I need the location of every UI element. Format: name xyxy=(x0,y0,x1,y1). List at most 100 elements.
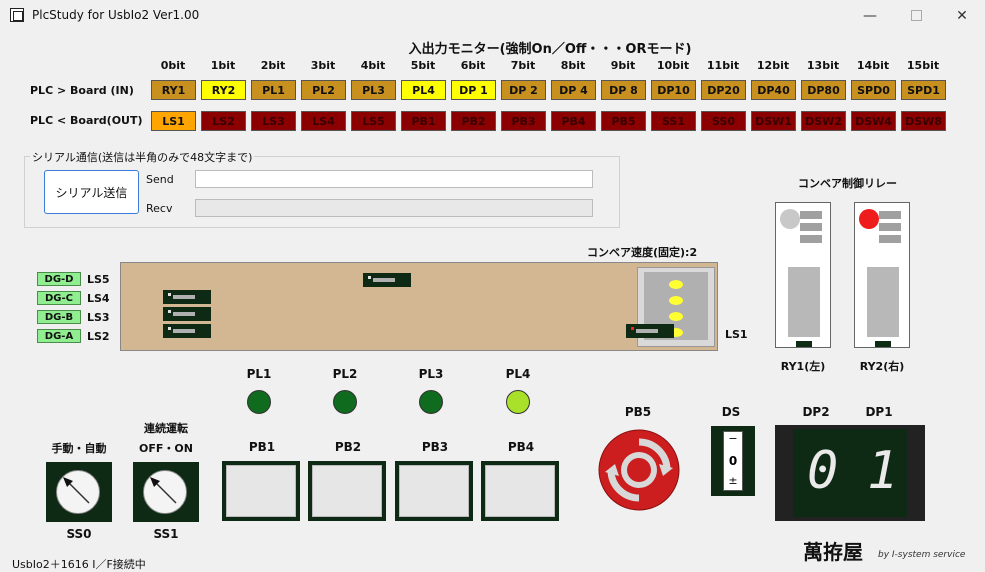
relay-contact xyxy=(800,235,822,243)
seven-segment-display: 0 1 xyxy=(775,425,925,521)
out-cell-pb5[interactable]: PB5 xyxy=(601,111,646,131)
out-cell-dsw2[interactable]: DSW2 xyxy=(801,111,846,131)
digit-dp2: 0 xyxy=(807,441,839,501)
workpiece xyxy=(163,290,211,304)
serial-title: シリアル通信(送信は半角のみで48文字まで) xyxy=(30,149,255,165)
out-cell-pb3[interactable]: PB3 xyxy=(501,111,546,131)
ls1-label: LS1 xyxy=(725,328,748,341)
monitor-title: 入出力モニター(強制On／Off・・・ORモード) xyxy=(408,42,692,57)
in-cell-pl3[interactable]: PL3 xyxy=(351,80,396,100)
in-cell-dp20[interactable]: DP20 xyxy=(701,80,746,100)
relay-coil xyxy=(867,267,899,337)
out-cell-ls1[interactable]: LS1 xyxy=(151,111,196,131)
out-cell-ls2[interactable]: LS2 xyxy=(201,111,246,131)
out-cell-pb4[interactable]: PB4 xyxy=(551,111,596,131)
in-cell-spd1[interactable]: SPD1 xyxy=(901,80,946,100)
relay-contact xyxy=(879,211,901,219)
push-button-pb3[interactable] xyxy=(395,461,473,521)
lamp-label-pl3: PL3 xyxy=(418,367,444,381)
push-button-pb1[interactable] xyxy=(222,461,300,521)
relay-terminal xyxy=(796,341,812,347)
bit-label: 1bit xyxy=(210,59,236,72)
maximize-button[interactable] xyxy=(893,0,939,31)
workpiece xyxy=(163,324,211,338)
out-cell-pb1[interactable]: PB1 xyxy=(401,111,446,131)
out-cell-ls4[interactable]: LS4 xyxy=(301,111,346,131)
ds-label: DS xyxy=(721,405,741,419)
in-cell-dp4[interactable]: DP 4 xyxy=(551,80,596,100)
relay-contact xyxy=(800,211,822,219)
sensor-dg-a: DG-A xyxy=(37,329,81,343)
push-button-pb2[interactable] xyxy=(308,461,386,521)
push-button-pb4[interactable] xyxy=(481,461,559,521)
relay-contact xyxy=(879,235,901,243)
limit-switch-label: LS2 xyxy=(87,330,110,343)
ds-switch[interactable]: − 0 ± xyxy=(711,426,755,496)
pb5-button[interactable] xyxy=(597,428,681,512)
in-cell-dp10[interactable]: DP10 xyxy=(651,80,696,100)
ds-plus-button[interactable]: ± xyxy=(724,474,742,490)
sensor-dg-b: DG-B xyxy=(37,310,81,324)
bit-label: 12bit xyxy=(756,59,790,72)
recv-label: Recv xyxy=(146,202,173,215)
out-cell-ss1[interactable]: SS1 xyxy=(651,111,696,131)
minimize-icon: — xyxy=(863,7,877,24)
pb-label-pb1: PB1 xyxy=(248,440,276,454)
selector-id-label: SS0 xyxy=(66,527,92,541)
relay-terminal xyxy=(875,341,891,347)
selector-switch-ss1[interactable] xyxy=(133,462,199,522)
selector-label: 手動・自動 xyxy=(51,442,107,455)
close-icon: ✕ xyxy=(956,7,968,24)
in-cell-pl4[interactable]: PL4 xyxy=(401,80,446,100)
bit-label: 10bit xyxy=(656,59,690,72)
out-cell-ss0[interactable]: SS0 xyxy=(701,111,746,131)
bit-label: 8bit xyxy=(560,59,586,72)
pb-label-pb4: PB4 xyxy=(507,440,535,454)
out-cell-dsw8[interactable]: DSW8 xyxy=(901,111,946,131)
out-cell-pb2[interactable]: PB2 xyxy=(451,111,496,131)
in-cell-dp1[interactable]: DP 1 xyxy=(451,80,496,100)
in-cell-dp8[interactable]: DP 8 xyxy=(601,80,646,100)
relay-1 xyxy=(775,202,831,348)
out-cell-dsw4[interactable]: DSW4 xyxy=(851,111,896,131)
minimize-button[interactable]: — xyxy=(847,0,893,31)
out-cell-ls3[interactable]: LS3 xyxy=(251,111,296,131)
maximize-icon xyxy=(910,10,922,21)
in-cell-dp40[interactable]: DP40 xyxy=(751,80,796,100)
relay-title: コンベア制御リレー xyxy=(798,177,897,190)
bit-label: 4bit xyxy=(360,59,386,72)
bit-label: 5bit xyxy=(410,59,436,72)
out-cell-dsw1[interactable]: DSW1 xyxy=(751,111,796,131)
bin-lamp xyxy=(669,296,683,305)
in-cell-spd0[interactable]: SPD0 xyxy=(851,80,896,100)
bit-label: 3bit xyxy=(310,59,336,72)
relay-coil xyxy=(788,267,820,337)
pb-label-pb2: PB2 xyxy=(334,440,362,454)
ds-minus-button[interactable]: − xyxy=(724,432,742,450)
close-button[interactable]: ✕ xyxy=(939,0,985,31)
in-cell-pl2[interactable]: PL2 xyxy=(301,80,346,100)
in-cell-dp80[interactable]: DP80 xyxy=(801,80,846,100)
serial-send-button[interactable]: シリアル送信 xyxy=(44,170,139,214)
status-text: UsbIo2＋1616 I／F接続中 xyxy=(12,558,146,571)
in-cell-ry1[interactable]: RY1 xyxy=(151,80,196,100)
dp1-label: DP1 xyxy=(865,405,893,419)
bit-label: 14bit xyxy=(856,59,890,72)
bit-label: 15bit xyxy=(906,59,940,72)
lamp-label-pl1: PL1 xyxy=(246,367,272,381)
selector-switch-ss0[interactable] xyxy=(46,462,112,522)
in-cell-ry2[interactable]: RY2 xyxy=(201,80,246,100)
out-cell-ls5[interactable]: LS5 xyxy=(351,111,396,131)
in-cell-dp2[interactable]: DP 2 xyxy=(501,80,546,100)
pb-label-pb3: PB3 xyxy=(421,440,449,454)
sensor-dg-c: DG-C xyxy=(37,291,81,305)
workpiece xyxy=(163,307,211,321)
in-cell-pl1[interactable]: PL1 xyxy=(251,80,296,100)
selector-label: OFF・ON xyxy=(139,442,193,455)
send-input[interactable] xyxy=(195,170,593,188)
lamp-pl2 xyxy=(333,390,357,414)
selector-id-label: SS1 xyxy=(153,527,179,541)
relay-2 xyxy=(854,202,910,348)
workpiece xyxy=(626,324,674,338)
lamp-pl1 xyxy=(247,390,271,414)
